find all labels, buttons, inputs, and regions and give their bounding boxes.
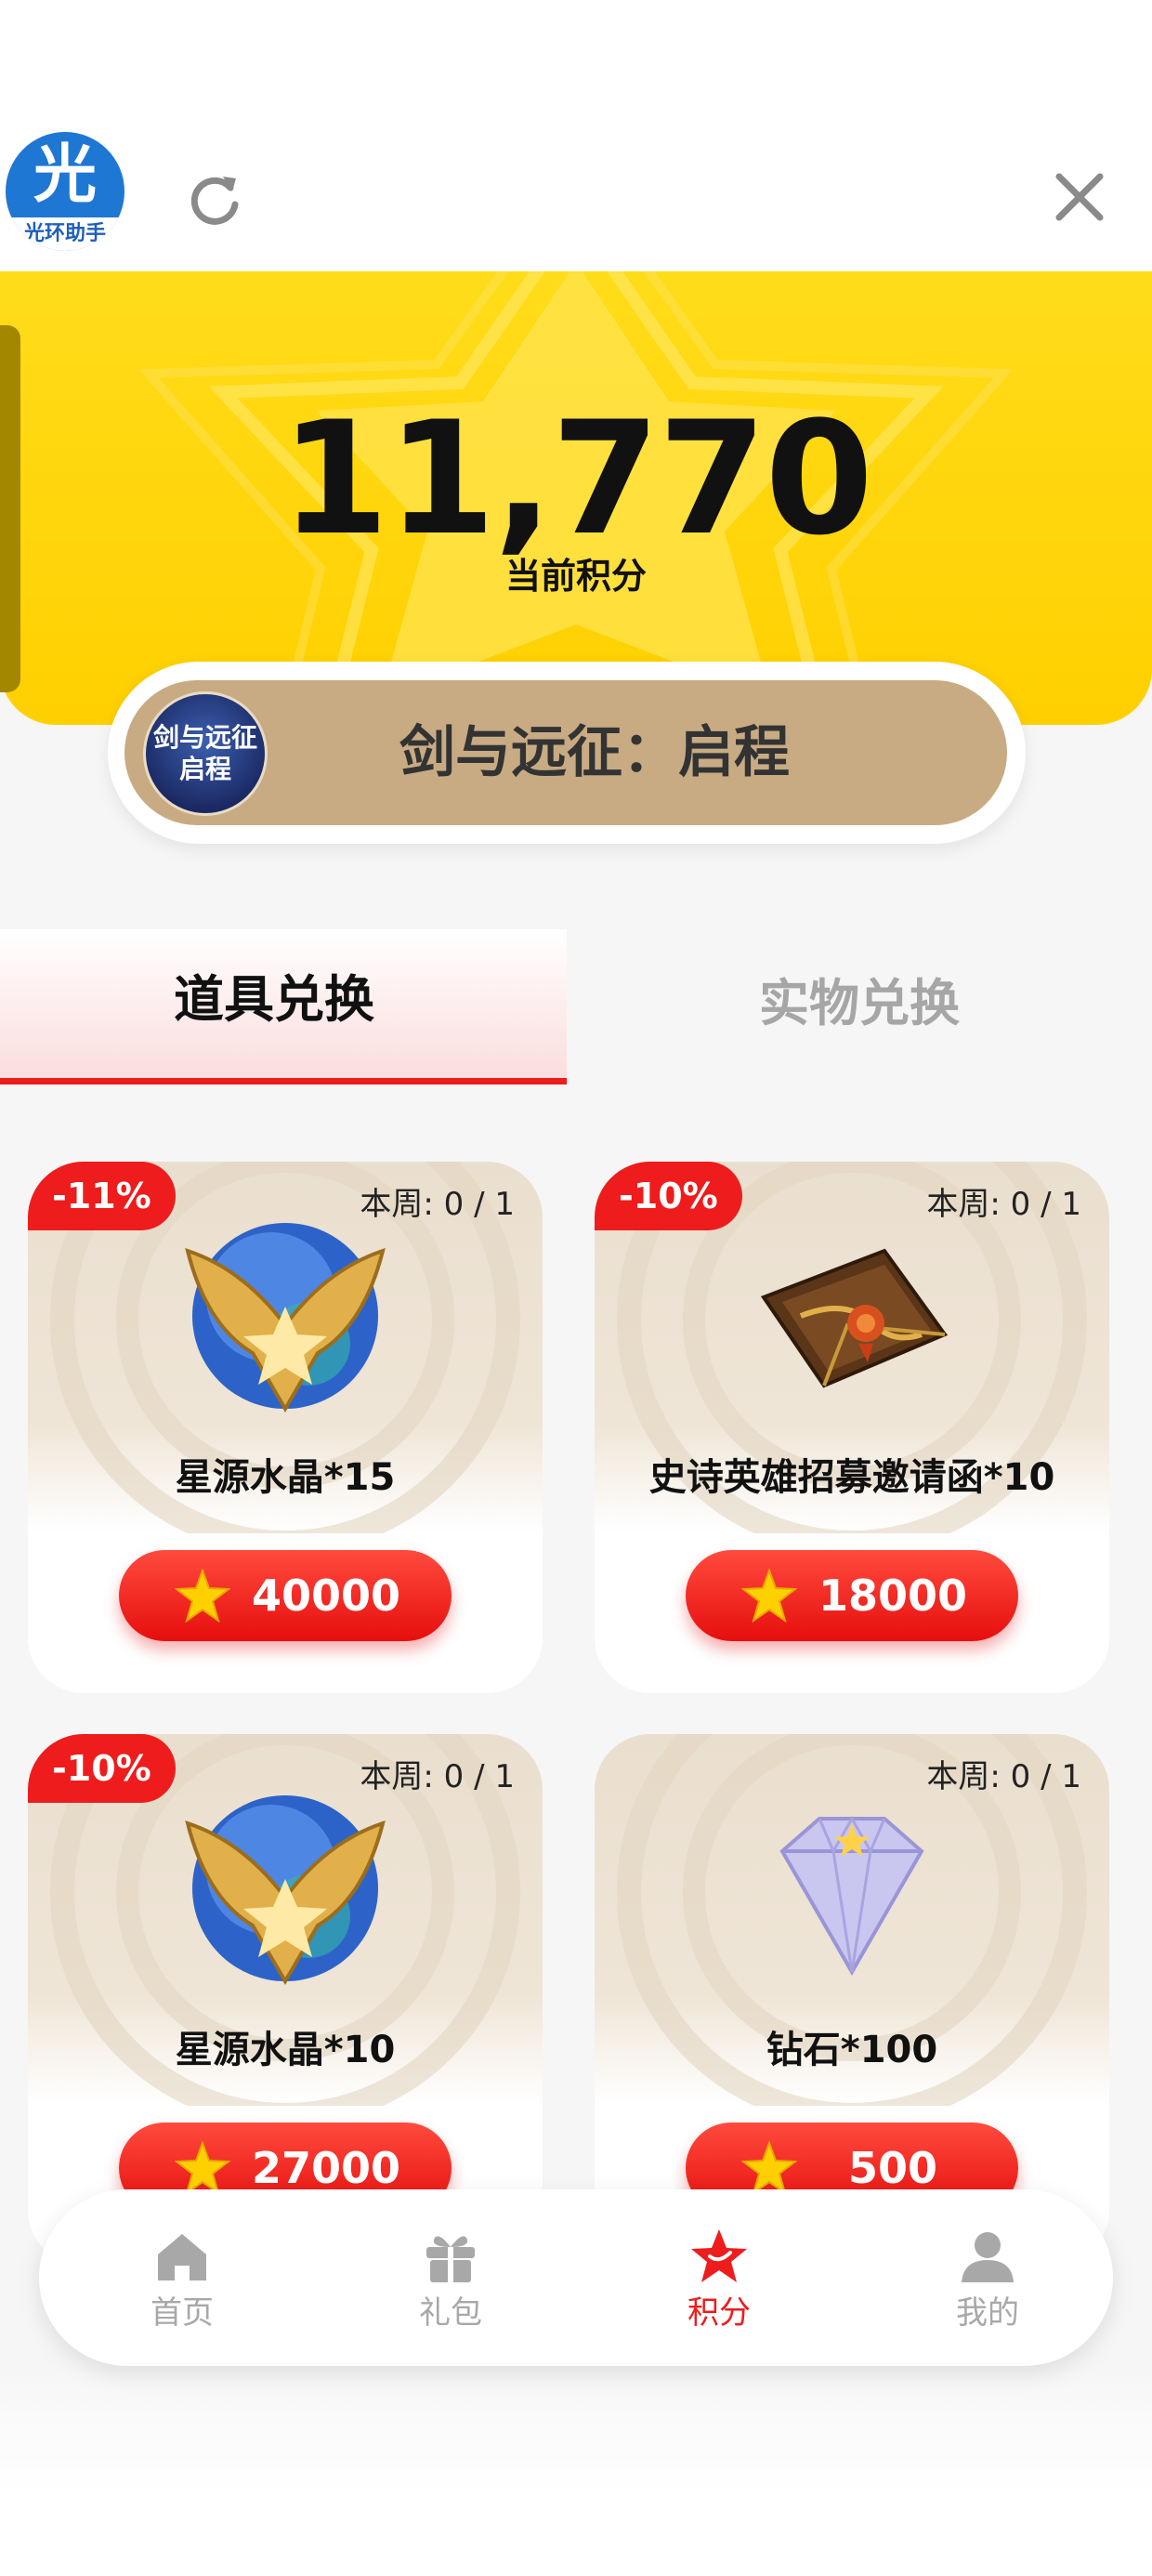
nav-item-home[interactable]: 首页 [89,2189,275,2366]
gift-icon [426,2236,475,2282]
nav-label: 首页 [151,2294,214,2332]
item-name: 星源水晶*15 [175,1456,396,1499]
price-value: 40000 [251,1571,401,1621]
diamond-icon [779,1815,924,1977]
close-icon[interactable] [1050,167,1109,227]
nav-item-points[interactable]: 积分 [626,2189,812,2366]
tab-physical-exchange[interactable]: 实物兑换 [567,966,1152,1041]
app-logo: 光 光环助手 [6,132,124,251]
star-crystal-icon [185,1795,386,1985]
nav-item-gift[interactable]: 礼包 [358,2189,543,2366]
bottom-fade [0,2366,1152,2576]
game-icon-text: 剑与远征启程 [152,722,257,784]
star-crystal-icon [185,1223,386,1413]
points-label: 当前积分 [504,556,647,597]
top-bar [0,0,1152,271]
logo-char: 光 [33,138,97,212]
redeem-button[interactable]: 18000 [686,1550,1018,1641]
item-card[interactable]: -11% 本周: 0 / 1 星源水晶*15 40000 [28,1162,543,1693]
discount-badge: -10% [28,1734,176,1803]
price-value: 18000 [818,1571,968,1621]
item-name: 星源水晶*10 [175,2029,396,2071]
nav-label: 我的 [956,2294,1019,2332]
item-card[interactable]: -10% 本周: 0 / 1 星源水晶*10 27000 [28,1734,543,2266]
nav-label: 礼包 [419,2294,482,2332]
bottom-nav: 首页 礼包 积分 我的 [39,2189,1113,2366]
discount-badge: -11% [28,1162,176,1230]
game-icon: 剑与远征启程 [143,691,268,816]
refresh-icon[interactable] [186,169,245,229]
discount-badge: -10% [595,1162,742,1230]
points-value: 11,770 [280,388,873,570]
invitation-letter-icon [760,1248,949,1388]
star-icon [175,2141,230,2195]
star-icon [741,2141,797,2195]
item-name: 钻石*100 [766,2029,938,2071]
game-name: 剑与远征：启程 [399,720,790,785]
tab-item-exchange-label: 道具兑换 [174,970,374,1029]
nav-item-profile[interactable]: 我的 [895,2189,1080,2366]
item-card[interactable]: 本周: 0 / 1 钻石*100 500 [595,1734,1109,2266]
star-icon [175,1569,230,1623]
star-icon [741,1569,797,1623]
home-icon [158,2234,206,2280]
active-tab-underline [0,1078,567,1084]
redeem-button[interactable]: 40000 [119,1550,452,1641]
item-name: 史诗英雄招募邀请函*10 [648,1456,1055,1499]
nav-label: 积分 [687,2294,751,2332]
item-card[interactable]: -10% 本周: 0 / 1 史诗英雄招募邀请函*10 18000 [595,1162,1109,1693]
logo-text: 光环助手 [6,217,124,251]
user-icon [962,2232,1014,2282]
star-icon [691,2229,747,2282]
